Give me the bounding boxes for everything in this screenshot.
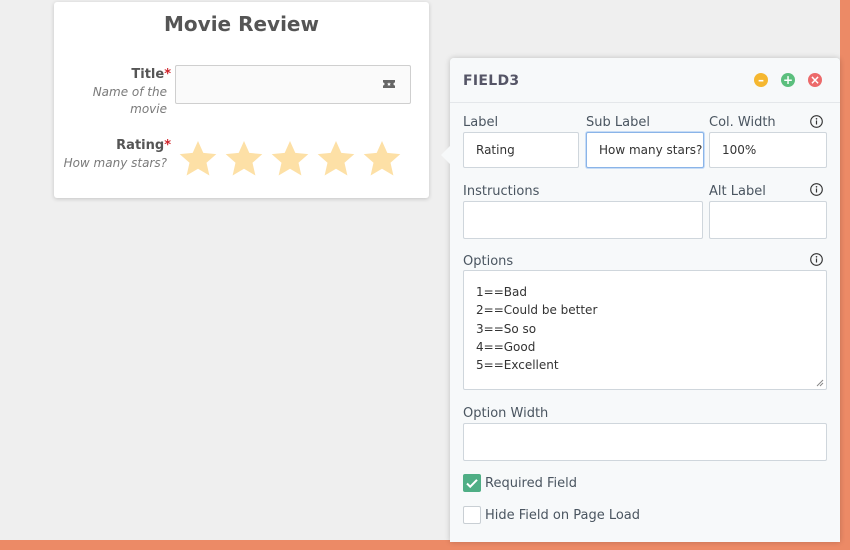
panel-title: FIELD3 — [463, 73, 520, 89]
panel-header: FIELD3 – + × — [450, 58, 840, 103]
instructions-field-label: Instructions — [463, 184, 540, 199]
option-width-field-label: Option Width — [463, 406, 549, 421]
star-icon[interactable] — [178, 139, 218, 179]
instructions-input[interactable] — [463, 201, 703, 239]
option-line: 5==Excellent — [476, 358, 559, 373]
checkmark-icon — [466, 479, 478, 489]
label-field-label: Label — [463, 115, 499, 130]
accent-border-right — [840, 0, 850, 550]
panel-pointer-arrow — [441, 146, 450, 164]
option-line: 3==So so — [476, 321, 537, 336]
title-field-label: Title* — [131, 67, 171, 82]
resize-handle-icon[interactable] — [816, 379, 824, 387]
info-icon[interactable] — [810, 115, 823, 128]
info-icon[interactable] — [810, 183, 823, 196]
col-width-field-label: Col. Width — [709, 115, 776, 130]
options-field-label: Options — [463, 254, 514, 269]
hide-field-label: Hide Field on Page Load — [485, 508, 641, 523]
info-icon[interactable] — [810, 253, 823, 266]
form-title: Movie Review — [164, 12, 319, 36]
alt-label-field-label: Alt Label — [709, 184, 766, 199]
star-icon[interactable] — [362, 139, 402, 179]
title-field-sublabel: Name of the movie — [92, 85, 167, 116]
star-icon[interactable] — [224, 139, 264, 179]
star-rating — [178, 139, 408, 179]
sub-label-field-label: Sub Label — [586, 115, 650, 130]
required-field-label: Required Field — [485, 476, 577, 491]
option-width-input[interactable] — [463, 423, 827, 461]
label-input[interactable]: Rating — [463, 132, 579, 168]
field-settings-panel: FIELD3 – + × Label Rating Sub Label How … — [441, 58, 840, 542]
rating-field-sublabel: How many stars? — [63, 156, 167, 170]
form-preview-card: Movie Review Title* Name of the movie Ra… — [54, 2, 429, 198]
star-icon[interactable] — [316, 139, 356, 179]
option-line: 2==Could be better — [476, 303, 598, 318]
hide-field-checkbox[interactable] — [463, 506, 481, 524]
option-line: 4==Good — [476, 339, 536, 354]
rating-label-text: Rating — [116, 138, 165, 153]
required-field-checkbox[interactable] — [463, 474, 481, 492]
rating-field-label: Rating* — [116, 138, 171, 153]
alt-label-input[interactable] — [709, 201, 827, 239]
close-button[interactable]: × — [808, 73, 822, 87]
required-asterisk: * — [164, 138, 171, 153]
sub-label-input[interactable]: How many stars? — [586, 132, 704, 168]
star-icon[interactable] — [270, 139, 310, 179]
title-input[interactable] — [175, 65, 411, 104]
minimize-button[interactable]: – — [754, 73, 768, 87]
options-textarea[interactable]: 1==Bad 2==Could be better 3==So so 4==Go… — [463, 270, 827, 390]
ticket-icon — [383, 80, 395, 88]
title-label-text: Title — [131, 67, 165, 82]
col-width-input[interactable]: 100% — [709, 132, 827, 168]
required-asterisk: * — [164, 67, 171, 82]
maximize-button[interactable]: + — [781, 73, 795, 87]
option-line: 1==Bad — [476, 285, 527, 299]
